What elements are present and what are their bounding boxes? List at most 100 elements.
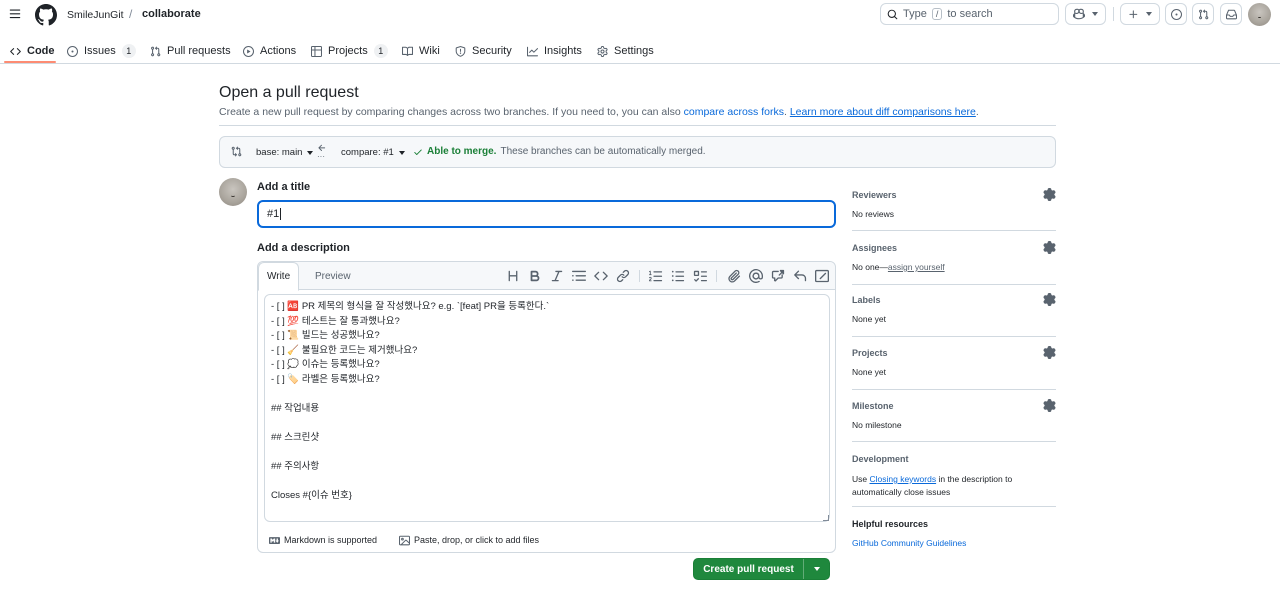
header-divider: [1113, 7, 1114, 21]
tab-issues[interactable]: Issues 1: [67, 41, 136, 61]
search-icon: [887, 9, 898, 19]
repo-name-link[interactable]: collaborate: [142, 8, 201, 20]
pr-body-textarea[interactable]: - [ ] 🆎 PR 제목의 형식을 잘 작성했나요? e.g. `[feat]…: [264, 294, 830, 522]
search-shortcut-key: /: [931, 8, 943, 20]
tab-projects-label: Projects: [328, 45, 368, 57]
tab-insights[interactable]: Insights: [527, 41, 582, 61]
unordered-list-icon[interactable]: [671, 269, 685, 283]
search-placeholder-prefix: Type: [903, 8, 927, 20]
paperclip-icon[interactable]: [727, 269, 741, 283]
tab-wiki[interactable]: Wiki: [402, 41, 440, 61]
menu-button[interactable]: [4, 3, 26, 25]
graph-icon: [527, 46, 538, 56]
pr-title-input[interactable]: #1: [257, 200, 836, 228]
merge-status-label: Able to merge.: [427, 146, 497, 157]
markdown-supported-link[interactable]: Markdown is supported: [269, 535, 377, 546]
tasklist-icon[interactable]: [693, 269, 707, 283]
tab-settings[interactable]: Settings: [597, 41, 654, 61]
merge-status-detail: These branches can be automatically merg…: [500, 146, 706, 157]
git-pull-request-icon: [151, 45, 161, 56]
assign-yourself-link[interactable]: assign yourself: [888, 262, 945, 272]
tab-projects[interactable]: Projects 1: [311, 41, 388, 61]
mention-icon[interactable]: [749, 269, 763, 283]
reply-icon[interactable]: [793, 269, 807, 283]
tab-pull-requests[interactable]: Pull requests: [150, 41, 231, 61]
compare-forks-link[interactable]: compare across forks: [684, 106, 784, 118]
bold-icon[interactable]: [528, 269, 542, 283]
code-icon[interactable]: [594, 269, 608, 283]
tab-security[interactable]: Security: [455, 41, 512, 61]
assignees-gear-icon[interactable]: [1043, 241, 1056, 254]
copilot-icon: [1072, 8, 1085, 20]
issue-opened-icon: [67, 45, 78, 57]
compare-branch-select[interactable]: compare: #1: [335, 143, 411, 162]
quote-icon[interactable]: [572, 269, 586, 283]
tab-code[interactable]: Code: [10, 41, 55, 61]
ordered-list-icon[interactable]: [649, 269, 663, 283]
link-icon[interactable]: [616, 269, 630, 283]
search-input[interactable]: Type / to search: [880, 3, 1059, 25]
create-new-button[interactable]: [1120, 3, 1160, 25]
sidebar-development: Development Use Closing keywords in the …: [852, 454, 1056, 498]
labels-value: None yet: [852, 314, 887, 324]
user-avatar[interactable]: [1248, 3, 1271, 26]
inbox-button[interactable]: [1220, 3, 1242, 25]
page-title: Open a pull request: [219, 84, 359, 101]
active-tab-indicator: [4, 61, 56, 63]
branch-compare-bar: base: main ··· compare: #1 Able to merge…: [219, 136, 1056, 168]
create-options-dropdown[interactable]: [803, 559, 829, 579]
copilot-button[interactable]: [1065, 3, 1106, 25]
toolbar-divider: [716, 270, 717, 282]
italic-icon[interactable]: [550, 269, 564, 283]
tab-wiki-label: Wiki: [419, 45, 440, 57]
projects-gear-icon[interactable]: [1043, 346, 1056, 359]
shield-icon: [455, 45, 466, 57]
development-text: Use Closing keywords in the description …: [852, 473, 1032, 498]
tab-code-label: Code: [27, 45, 55, 57]
github-logo[interactable]: [35, 4, 57, 26]
milestone-heading: Milestone: [852, 401, 894, 411]
sidebar-assignees: Assignees No one—assign yourself: [852, 241, 1056, 272]
pull-requests-shortcut-button[interactable]: [1192, 3, 1214, 25]
base-branch-select[interactable]: base: main: [250, 143, 320, 162]
issues-shortcut-button[interactable]: [1165, 3, 1187, 25]
compare-branch-label: compare: #1: [341, 147, 394, 158]
cross-reference-icon[interactable]: [771, 269, 785, 283]
compare-arrow-icon: ···: [317, 143, 329, 163]
github-mark-icon: [35, 4, 57, 26]
milestone-value: No milestone: [852, 420, 902, 430]
sidebar-divider: [852, 336, 1056, 337]
heading-icon[interactable]: [506, 269, 520, 283]
subtitle-end: .: [975, 106, 979, 118]
git-compare-icon: [231, 146, 242, 157]
sidebar-divider: [852, 284, 1056, 285]
diff-comparisons-link[interactable]: Learn more about diff comparisons here: [790, 106, 976, 118]
fullscreen-icon[interactable]: [815, 269, 829, 283]
projects-heading: Projects: [852, 348, 888, 358]
labels-gear-icon[interactable]: [1043, 293, 1056, 306]
tab-actions[interactable]: Actions: [243, 41, 296, 61]
helpful-heading: Helpful resources: [852, 519, 929, 529]
copilot-dropdown-caret: [1092, 12, 1099, 16]
repo-owner-link[interactable]: SmileJunGit: [67, 9, 124, 21]
assignees-none: No one—: [852, 262, 888, 272]
closing-keywords-link[interactable]: Closing keywords: [869, 474, 936, 484]
community-guidelines-link[interactable]: GitHub Community Guidelines: [852, 538, 1056, 548]
inbox-icon: [1225, 9, 1237, 19]
title-divider: [219, 125, 1056, 126]
tab-preview[interactable]: Preview: [307, 262, 359, 291]
tab-insights-label: Insights: [544, 45, 582, 57]
attach-files-button[interactable]: Paste, drop, or click to add files: [399, 535, 539, 546]
book-icon: [402, 46, 413, 56]
title-label: Add a title: [257, 181, 311, 193]
reviewers-gear-icon[interactable]: [1043, 188, 1056, 201]
labels-heading: Labels: [852, 295, 881, 305]
tab-write[interactable]: Write: [258, 262, 300, 291]
sidebar-milestone: Milestone No milestone: [852, 399, 1056, 430]
tab-issues-label: Issues: [84, 45, 116, 57]
create-dropdown-caret: [1146, 12, 1153, 16]
description-label: Add a description: [257, 242, 350, 254]
milestone-gear-icon[interactable]: [1043, 399, 1056, 412]
textarea-resize-handle[interactable]: [823, 515, 829, 521]
create-pull-request-button[interactable]: Create pull request: [693, 558, 830, 580]
